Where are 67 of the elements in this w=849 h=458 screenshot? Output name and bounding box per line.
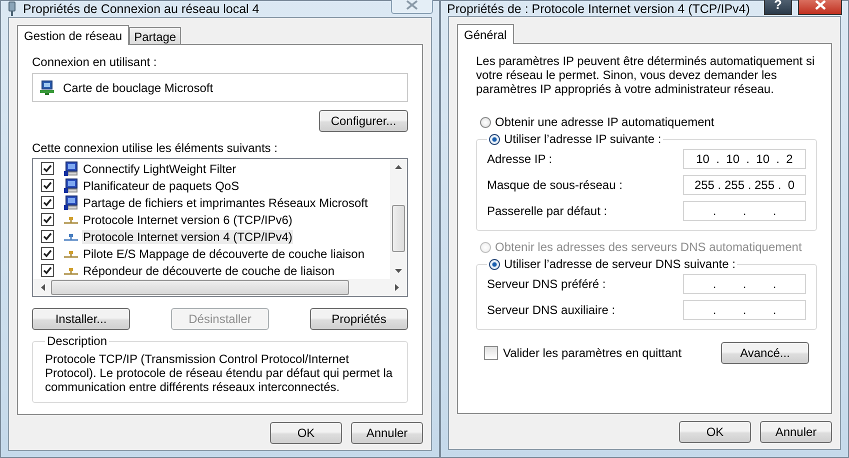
scroll-right-icon[interactable] xyxy=(395,284,399,291)
list-item[interactable]: Protocole Internet version 4 (TCP/IPv4) xyxy=(82,230,294,244)
checkbox[interactable] xyxy=(41,230,54,243)
ip-address-field[interactable]: 255 . 255 . 255 . 0 xyxy=(683,175,806,195)
network-adapter-icon xyxy=(39,80,55,96)
checkbox[interactable] xyxy=(41,213,54,226)
radio-button[interactable] xyxy=(489,134,500,144)
list-item[interactable]: Planificateur de paquets QoS xyxy=(82,178,240,192)
scroll-up-icon[interactable] xyxy=(395,165,402,169)
checkbox-label: Valider les paramètres en quittant xyxy=(503,346,682,360)
checkbox[interactable] xyxy=(41,162,54,175)
advanced-button[interactable]: Avancé... xyxy=(721,342,809,364)
vertical-scrollbar[interactable] xyxy=(390,159,407,279)
intro-text: Les paramètres IP peuvent être déterminés automatiquement si votre réseau le permet. Sinon, vous devez demander les paramètres IP appropriés à votre administrateur réseau. xyxy=(476,54,816,96)
network-plug-icon xyxy=(7,1,17,17)
horizontal-scrollbar[interactable] xyxy=(33,279,407,296)
description-text: Protocole TCP/IP (Transmission Control Protocol/Internet Protocol). Le protocole de réseau étendu par défaut qui permet la communication entre différents réseaux interconnectés. xyxy=(45,352,394,394)
scroll-down-icon[interactable] xyxy=(395,269,402,273)
dialog-button[interactable]: Annuler xyxy=(760,421,832,443)
ip-address-field[interactable]: . . . xyxy=(683,201,806,221)
dialog-button[interactable]: Annuler xyxy=(351,422,423,444)
field-label: Adresse IP : xyxy=(487,152,552,166)
field-label: Serveur DNS auxiliaire : xyxy=(487,303,616,317)
radio-label: Obtenir une adresse IP automatiquement xyxy=(495,115,714,129)
section-label: Connexion en utilisant : xyxy=(32,55,158,69)
action-button[interactable]: Installer... xyxy=(32,308,130,330)
dialog-button[interactable]: OK xyxy=(270,422,342,444)
group-legend: Description xyxy=(45,334,110,348)
checkbox[interactable] xyxy=(484,346,498,360)
computer-icon xyxy=(63,178,79,194)
field-label: Passerelle par défaut : xyxy=(487,204,608,218)
radio-label: Utiliser l’adresse de serveur DNS suivante : xyxy=(504,257,736,271)
ip-address-field[interactable]: . . . xyxy=(683,300,806,320)
computer-icon xyxy=(63,194,79,210)
list-item[interactable]: Connectify LightWeight Filter xyxy=(82,162,238,176)
close-icon xyxy=(406,0,418,10)
radio-button[interactable] xyxy=(489,258,500,270)
field-label: Serveur DNS préféré : xyxy=(487,277,606,291)
section-label: Cette connexion utilise les éléments suivants : xyxy=(32,141,278,155)
window-title: Propriétés de Connexion au réseau local 4 xyxy=(23,2,260,16)
checkbox[interactable] xyxy=(41,196,54,209)
tab[interactable]: Gestion de réseau xyxy=(17,25,130,45)
list-item[interactable]: Protocole Internet version 6 (TCP/IPv6) xyxy=(82,212,294,226)
list-item[interactable]: Partage de fichiers et imprimantes Réseaux Microsoft xyxy=(82,196,369,210)
adapter-field: Carte de bouclage Microsoft xyxy=(32,73,408,102)
action-button[interactable]: Propriétés xyxy=(310,308,408,330)
window-title: Propriétés de : Protocole Internet version 4 (TCP/IPv4) xyxy=(447,2,750,16)
help-button[interactable]: ? xyxy=(764,0,792,14)
checkbox[interactable] xyxy=(41,264,54,277)
tab[interactable]: Général xyxy=(457,24,514,44)
radio-button[interactable] xyxy=(480,116,491,128)
scroll-left-icon[interactable] xyxy=(41,284,45,291)
dialog-button[interactable]: OK xyxy=(679,421,751,443)
radio-label: Utiliser l’adresse IP suivante : xyxy=(504,132,662,146)
field-label: Masque de sous-réseau : xyxy=(487,178,622,192)
close-button[interactable] xyxy=(798,0,842,14)
configure-button[interactable]: Configurer... xyxy=(319,110,408,132)
ip-address-field[interactable]: 10 . 10 . 10 . 2 xyxy=(683,149,806,169)
list-item[interactable]: Répondeur de découverte de couche de liaison xyxy=(82,264,336,278)
ip-address-field[interactable]: . . . xyxy=(683,274,806,294)
checkbox[interactable] xyxy=(41,247,54,260)
radio-label: Obtenir les adresses des serveurs DNS automatiquement xyxy=(495,240,802,254)
tab[interactable]: Partage xyxy=(129,27,182,44)
close-icon xyxy=(814,0,826,10)
checkbox[interactable] xyxy=(41,179,54,192)
computer-icon xyxy=(63,160,79,176)
list-item[interactable]: Pilote E/S Mappage de découverte de couche liaison xyxy=(82,246,366,260)
